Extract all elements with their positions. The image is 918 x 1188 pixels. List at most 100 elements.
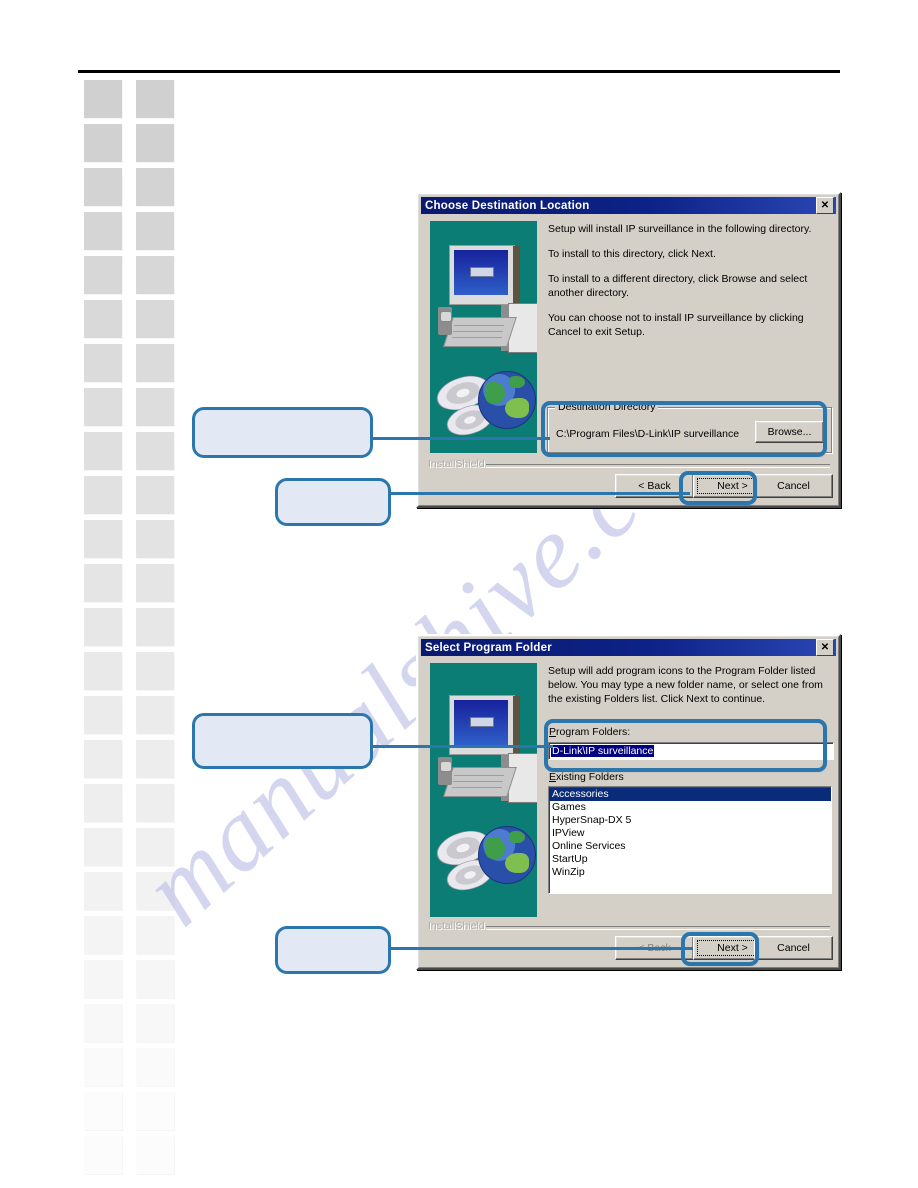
existing-folder-item[interactable]: Online Services — [549, 840, 831, 853]
leader-line-next-1 — [385, 492, 690, 495]
existing-folder-item[interactable]: Accessories — [549, 788, 831, 801]
dialog1-footer-divider — [486, 464, 830, 468]
existing-folders-label-rest: xisting Folders — [556, 771, 624, 783]
header-rule — [78, 70, 840, 73]
decorative-square — [136, 872, 174, 910]
decorative-square — [84, 696, 122, 734]
decorative-square — [84, 124, 122, 162]
cancel-button-2-label: Cancel — [777, 942, 810, 954]
decorative-square — [136, 564, 174, 602]
callout-next-2[interactable] — [275, 926, 391, 974]
highlight-destination-directory — [541, 401, 827, 457]
dialog2-footer-divider — [486, 926, 830, 930]
decorative-square — [136, 828, 174, 866]
decorative-square — [136, 608, 174, 646]
decorative-square — [136, 168, 174, 206]
close-icon[interactable]: ✕ — [816, 639, 834, 656]
decorative-square — [84, 388, 122, 426]
decorative-square — [84, 212, 122, 250]
decorative-square — [84, 960, 122, 998]
decorative-square — [84, 828, 122, 866]
decorative-square — [136, 80, 174, 118]
dialog1-titlebar[interactable]: Choose Destination Location ✕ — [421, 197, 836, 214]
back-button-1-label: < Back — [638, 480, 671, 492]
dialog1-paragraph-1: Setup will install IP surveillance in th… — [548, 223, 812, 235]
decorative-square — [84, 1048, 122, 1086]
decorative-square — [84, 168, 122, 206]
decorative-square — [84, 784, 122, 822]
decorative-square — [84, 1004, 122, 1042]
decorative-square — [136, 432, 174, 470]
decorative-square — [84, 872, 122, 910]
cancel-button-1-label: Cancel — [777, 480, 810, 492]
decorative-square — [136, 212, 174, 250]
decorative-square — [84, 652, 122, 690]
existing-folder-item[interactable]: WinZip — [549, 866, 831, 879]
dialog-choose-destination-location[interactable]: Choose Destination Location ✕ Setup will… — [416, 192, 841, 508]
existing-folder-item[interactable]: HyperSnap-DX 5 — [549, 814, 831, 827]
decorative-square — [136, 388, 174, 426]
leader-line-program-folders — [368, 745, 553, 748]
decorative-square — [136, 1004, 174, 1042]
leader-line-next-2 — [385, 947, 693, 950]
dialog1-installshield-label: InstallShield — [428, 458, 485, 470]
dialog1-paragraph-4: You can choose not to install IP surveil… — [548, 312, 804, 338]
cancel-button-1[interactable]: Cancel — [754, 474, 833, 498]
decorative-square — [136, 124, 174, 162]
callout-destination-directory[interactable] — [192, 407, 373, 458]
decorative-square — [84, 520, 122, 558]
decorative-square — [136, 1092, 174, 1130]
existing-folder-item[interactable]: Games — [549, 801, 831, 814]
decorative-square-grid — [84, 80, 180, 1188]
decorative-square — [84, 564, 122, 602]
close-icon[interactable]: ✕ — [816, 197, 834, 214]
decorative-square — [84, 740, 122, 778]
decorative-square — [84, 1092, 122, 1130]
installshield-artwork-2 — [430, 663, 537, 917]
existing-folder-item[interactable]: StartUp — [549, 853, 831, 866]
highlight-next-button-1 — [679, 471, 757, 505]
decorative-square — [136, 740, 174, 778]
decorative-square — [136, 476, 174, 514]
decorative-square — [136, 300, 174, 338]
decorative-square — [136, 520, 174, 558]
leader-line-destination-directory — [368, 437, 550, 440]
dialog2-paragraph-1: Setup will add program icons to the Prog… — [548, 665, 823, 705]
decorative-square — [136, 652, 174, 690]
callout-next-1[interactable] — [275, 478, 391, 526]
decorative-square — [84, 80, 122, 118]
dialog2-body-text: Setup will add program icons to the Prog… — [548, 664, 836, 717]
decorative-square — [84, 916, 122, 954]
highlight-program-folders — [544, 719, 827, 772]
installshield-artwork-1 — [430, 221, 537, 453]
decorative-square — [84, 476, 122, 514]
decorative-square — [136, 784, 174, 822]
decorative-square — [136, 1136, 174, 1174]
dialog1-paragraph-3: To install to a different directory, cli… — [548, 273, 808, 299]
decorative-square — [136, 1048, 174, 1086]
existing-folders-listbox[interactable]: Accessories Games HyperSnap-DX 5 IPView Onli… — [548, 786, 832, 894]
dialog1-paragraph-2: To install to this directory, click Next… — [548, 248, 716, 260]
dialog-select-program-folder[interactable]: Select Program Folder ✕ Setup will add p… — [416, 634, 841, 970]
decorative-square — [136, 344, 174, 382]
dialog1-body-text: Setup will install IP surveillance in th… — [548, 222, 830, 350]
decorative-square — [136, 696, 174, 734]
decorative-square — [84, 608, 122, 646]
dialog2-titlebar[interactable]: Select Program Folder ✕ — [421, 639, 836, 656]
decorative-square — [136, 960, 174, 998]
decorative-square — [84, 432, 122, 470]
decorative-square — [84, 1136, 122, 1174]
decorative-square — [84, 344, 122, 382]
callout-program-folders[interactable] — [192, 713, 373, 769]
cancel-button-2[interactable]: Cancel — [754, 936, 833, 960]
dialog1-title: Choose Destination Location — [425, 199, 590, 212]
decorative-square — [136, 256, 174, 294]
existing-folders-label: Existing Folders — [549, 771, 624, 783]
decorative-square — [84, 300, 122, 338]
page-canvas: manualshive.com Choose Destination Locat… — [0, 0, 918, 1188]
existing-folder-item[interactable]: IPView — [549, 827, 831, 840]
decorative-square — [84, 256, 122, 294]
dialog2-title: Select Program Folder — [425, 641, 552, 654]
dialog2-installshield-label: InstallShield — [428, 920, 485, 932]
decorative-square — [136, 916, 174, 954]
